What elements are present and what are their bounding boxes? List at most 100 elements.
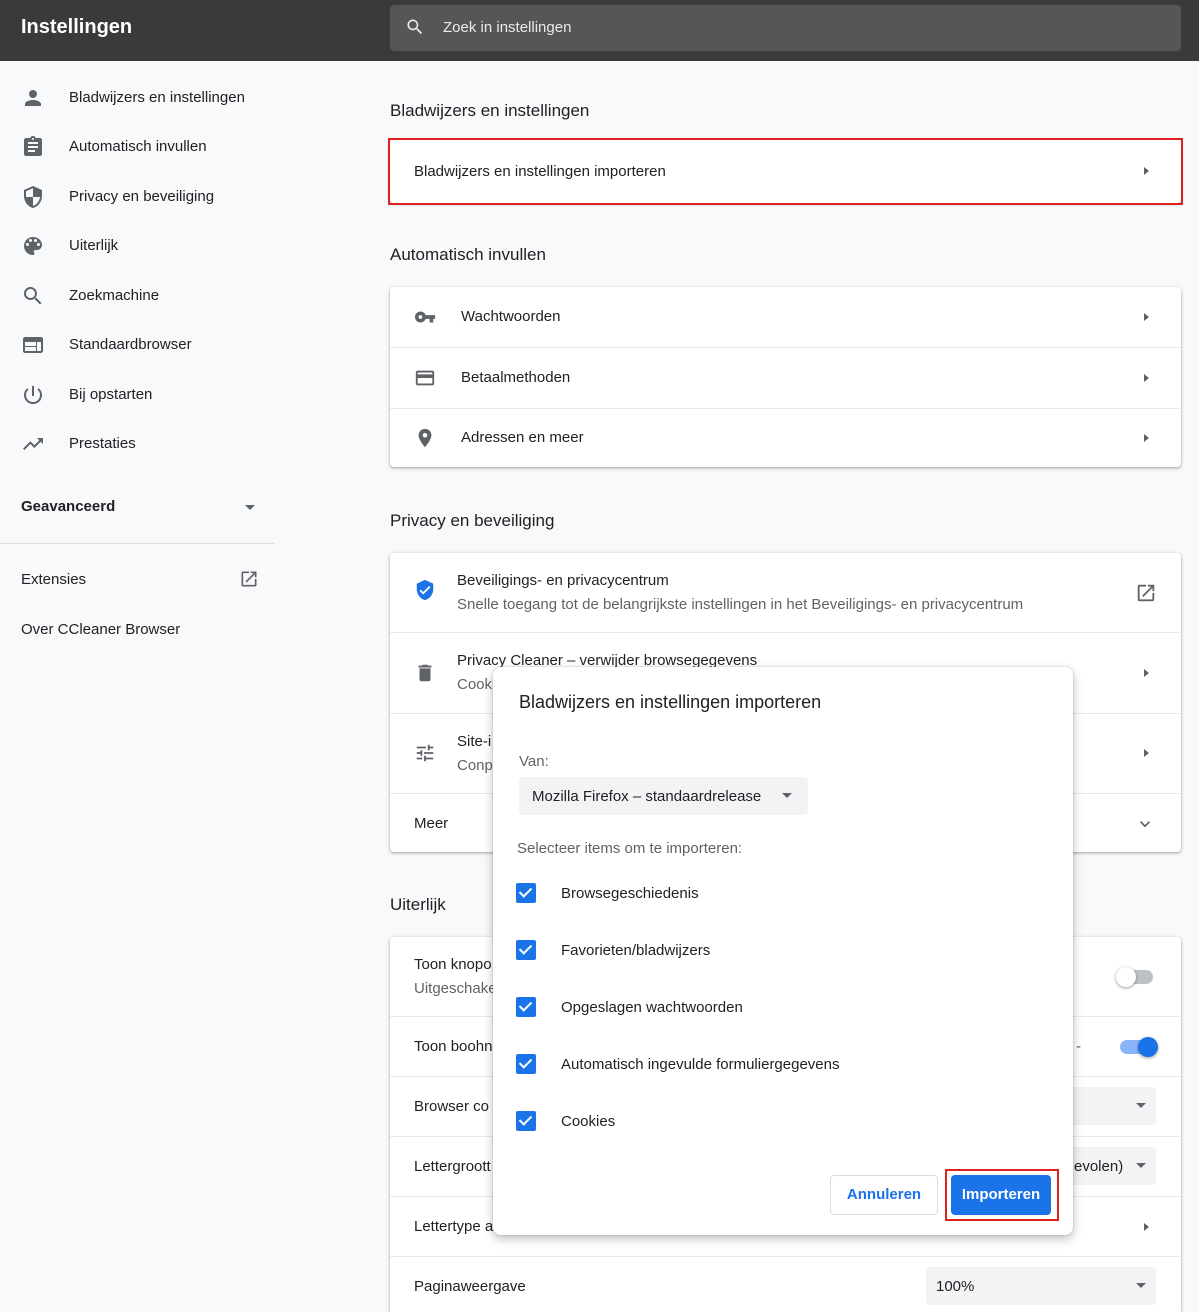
- open-in-new-icon: [1137, 584, 1155, 602]
- import-dialog: Bladwijzers en instellingen importeren V…: [493, 667, 1073, 1235]
- site-settings-description: Conp: [457, 757, 493, 774]
- sidebar-divider: [0, 543, 274, 544]
- import-item-label: Favorieten/bladwijzers: [561, 942, 711, 959]
- highlight-import-button: [945, 1169, 1059, 1221]
- chevron-down-icon: [782, 793, 792, 798]
- payment-methods-label: Betaalmethoden: [461, 369, 571, 386]
- security-center-description: Snelle toegang tot de belangrijkste inst…: [457, 596, 1024, 613]
- open-in-new-icon: [241, 571, 257, 587]
- shield-icon: [24, 186, 42, 208]
- import-source-dropdown[interactable]: Mozilla Firefox – standaardrelease: [519, 777, 808, 815]
- more-label: Meer: [414, 815, 449, 832]
- sidebar-item-label: Privacy en beveiliging: [69, 188, 215, 205]
- chevron-right-icon: [1144, 1223, 1149, 1231]
- sidebar: Bladwijzers en instellingen Automatisch …: [0, 61, 275, 1312]
- sidebar-item-autofill[interactable]: Automatisch invullen: [0, 127, 275, 167]
- import-item-label: Browsegeschiedenis: [561, 885, 699, 902]
- toggle-knob: [1116, 967, 1136, 987]
- sidebar-item-label: Bij opstarten: [69, 386, 153, 403]
- sidebar-item-privacy[interactable]: Privacy en beveiliging: [0, 177, 275, 217]
- sidebar-item-label: Prestaties: [69, 435, 136, 452]
- sidebar-item-label: Automatisch invullen: [69, 138, 207, 155]
- appearance-row-3-label: Browser co: [414, 1098, 490, 1115]
- chevron-down-icon: [1140, 821, 1150, 828]
- dialog-select-label: Selecteer items om te importeren:: [517, 840, 743, 857]
- addresses-label: Adressen en meer: [461, 429, 584, 446]
- sliders-icon: [416, 744, 434, 762]
- sidebar-item-label: Bladwijzers en instellingen: [69, 89, 245, 106]
- cancel-button[interactable]: Annuleren: [830, 1175, 938, 1215]
- palette-icon: [24, 237, 42, 255]
- font-size-value: evolen): [1074, 1158, 1124, 1175]
- passwords-row[interactable]: Wachtwoorden: [390, 287, 1181, 347]
- search-icon: [23, 287, 42, 305]
- sidebar-item-label: Uiterlijk: [69, 237, 119, 254]
- location-pin-icon: [418, 428, 432, 448]
- import-source-value: Mozilla Firefox – standaardrelease: [532, 788, 762, 805]
- sidebar-item-bookmarks[interactable]: Bladwijzers en instellingen: [0, 78, 275, 118]
- chevron-down-icon: [1136, 1163, 1146, 1168]
- checkbox-checked[interactable]: [516, 1111, 536, 1131]
- addresses-row[interactable]: Adressen en meer: [390, 409, 1181, 467]
- app-title: Instellingen: [21, 16, 133, 38]
- sidebar-item-performance[interactable]: Prestaties: [0, 424, 275, 464]
- sidebar-item-label: Zoekmachine: [69, 287, 160, 304]
- sidebar-about[interactable]: Over CCleaner Browser: [21, 621, 180, 638]
- section-title-appearance: Uiterlijk: [390, 895, 446, 914]
- site-settings-label: Site-i: [457, 733, 492, 750]
- payment-methods-row[interactable]: Betaalmethoden: [390, 348, 1181, 408]
- appearance-row-1-description: Uitgeschake: [414, 980, 497, 997]
- chevron-down-icon: [1136, 1103, 1146, 1108]
- sidebar-extensions[interactable]: Extensies: [21, 571, 261, 588]
- clipboard-icon: [24, 136, 42, 156]
- search-input[interactable]: Zoek in instellingen: [390, 5, 1181, 51]
- checkbox-checked[interactable]: [516, 940, 536, 960]
- section-title-privacy: Privacy en beveiliging: [390, 511, 555, 530]
- chevron-down-icon: [1136, 1283, 1146, 1288]
- chevron-right-icon: [1144, 313, 1149, 321]
- sidebar-advanced-label: Geavanceerd: [21, 498, 116, 515]
- appearance-row-2-label: Toon boohn: [414, 1038, 493, 1055]
- shield-check-icon: [416, 579, 434, 601]
- chevron-right-icon: [1144, 749, 1149, 757]
- sidebar-item-appearance[interactable]: Uiterlijk: [0, 226, 275, 266]
- checkbox-checked[interactable]: [516, 883, 536, 903]
- search-placeholder: Zoek in instellingen: [443, 19, 572, 36]
- sidebar-item-search-engine[interactable]: Zoekmachine: [0, 276, 275, 316]
- chevron-right-icon: [1144, 669, 1149, 677]
- page-zoom-dropdown[interactable]: 100%: [926, 1267, 1156, 1305]
- checkbox-checked[interactable]: [516, 1054, 536, 1074]
- key-icon: [414, 311, 436, 323]
- sidebar-extensions-label: Extensies: [21, 571, 87, 588]
- chevron-right-icon: [1144, 434, 1149, 442]
- section-title-bookmarks: Bladwijzers en instellingen: [390, 101, 590, 120]
- checkbox-checked[interactable]: [516, 997, 536, 1017]
- sidebar-item-default-browser[interactable]: Standaardbrowser: [0, 325, 275, 365]
- sidebar-item-label: Standaardbrowser: [69, 336, 192, 353]
- page-zoom-label: Paginaweergave: [414, 1278, 526, 1295]
- security-center-row[interactable]: Beveiligings- en privacycentrum Snelle t…: [390, 553, 1181, 632]
- dialog-from-label: Van:: [519, 753, 549, 770]
- appearance-row-5-label: Lettertype a: [414, 1218, 494, 1235]
- trending-icon: [23, 438, 43, 450]
- import-item-label: Cookies: [561, 1113, 616, 1130]
- power-icon: [24, 386, 42, 405]
- browser-window-icon: [23, 337, 43, 353]
- appearance-row-6[interactable]: Paginaweergave 100%: [390, 1257, 1181, 1312]
- highlight-import-row: [388, 138, 1183, 205]
- top-bar: Instellingen Zoek in instellingen: [0, 0, 1199, 61]
- appearance-row-2-dash: -: [1076, 1038, 1081, 1055]
- chevron-right-icon: [1144, 374, 1149, 382]
- sidebar-item-on-startup[interactable]: Bij opstarten: [0, 375, 275, 415]
- person-icon: [25, 90, 41, 106]
- search-icon: [407, 19, 423, 35]
- sidebar-advanced[interactable]: Geavanceerd: [21, 498, 261, 522]
- appearance-row-1-label: Toon knopo: [414, 956, 492, 973]
- privacy-cleaner-description: Cooki: [457, 676, 496, 693]
- passwords-label: Wachtwoorden: [461, 308, 561, 325]
- dialog-title: Bladwijzers en instellingen importeren: [519, 692, 822, 712]
- chevron-down-icon: [245, 505, 255, 510]
- toggle-knob: [1138, 1037, 1158, 1057]
- security-center-label: Beveiligings- en privacycentrum: [457, 572, 669, 589]
- section-title-autofill: Automatisch invullen: [390, 245, 546, 264]
